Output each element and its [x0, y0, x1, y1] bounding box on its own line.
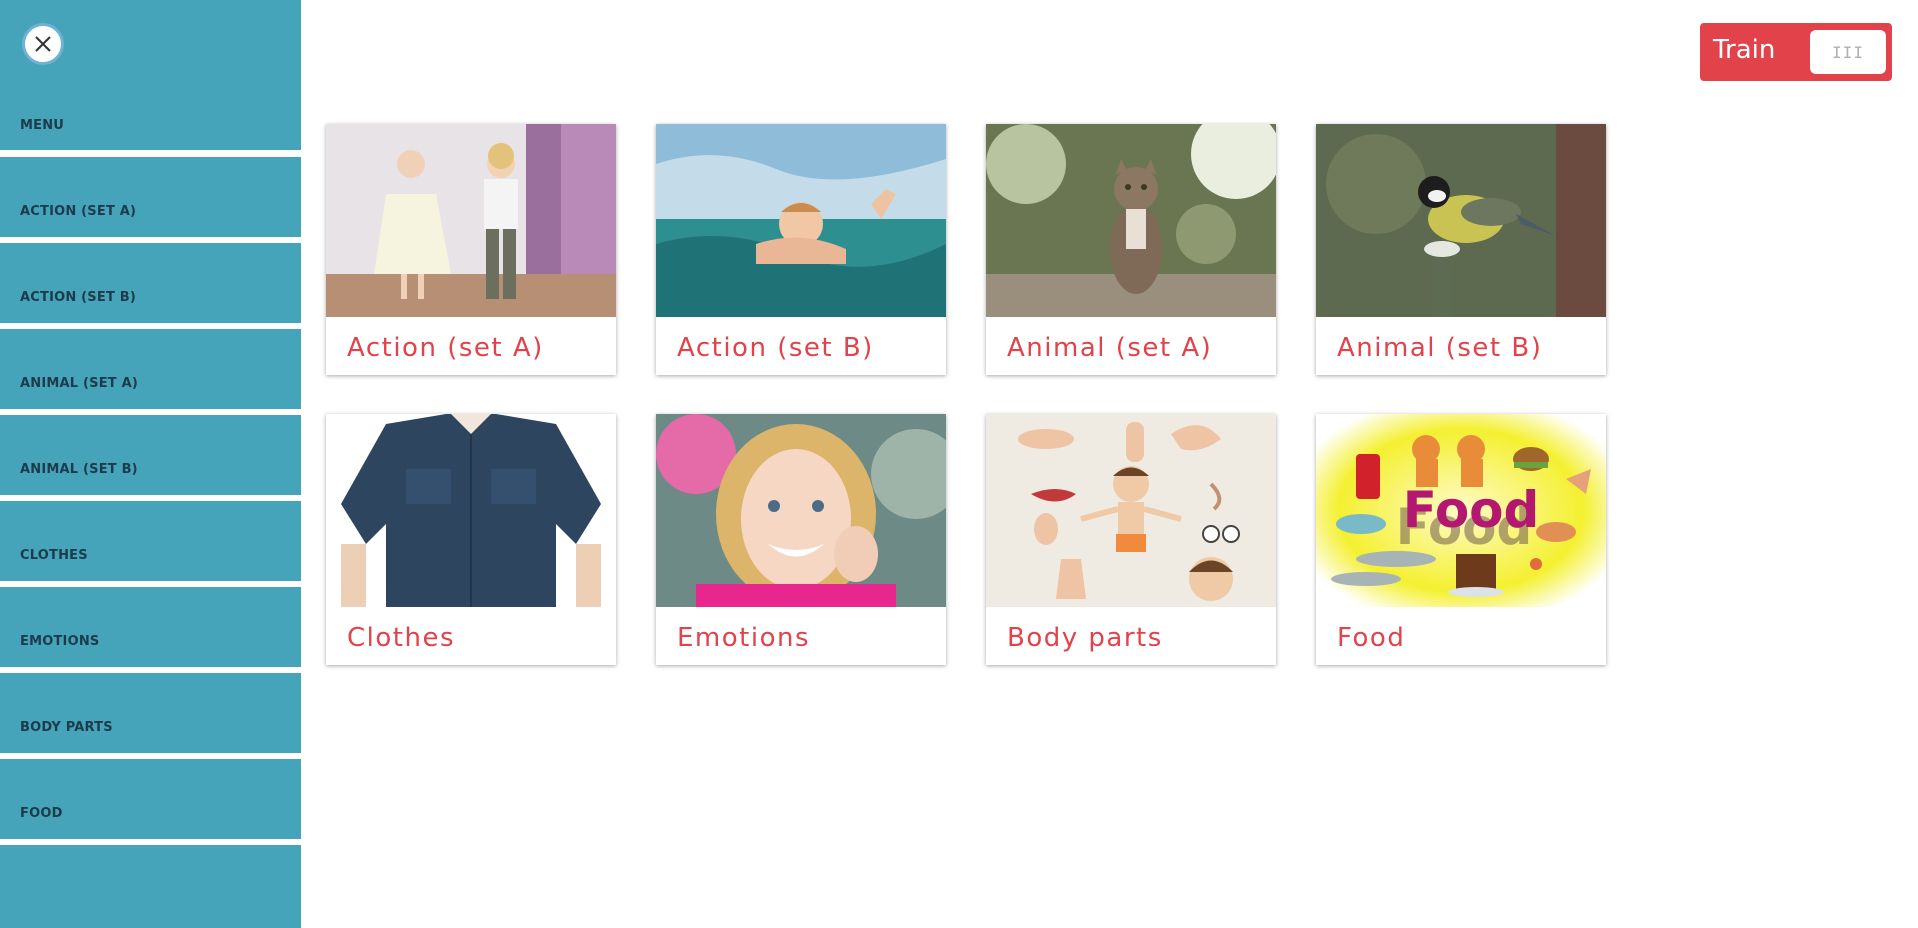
sidebar-item-label: FOOD: [20, 806, 63, 821]
card-label: Animal (set B): [1337, 333, 1543, 363]
sidebar-item-label: CLOTHES: [20, 548, 88, 563]
card-image: [986, 414, 1276, 607]
switch-grip-icon: III: [1832, 42, 1864, 62]
card-image: [656, 414, 946, 607]
card-label: Body parts: [1007, 623, 1163, 653]
category-card-clothes[interactable]: Clothes: [326, 414, 616, 665]
train-toggle[interactable]: Train III: [1700, 23, 1892, 81]
card-label: Animal (set A): [1007, 333, 1213, 363]
category-card-action-set-b[interactable]: Action (set B): [656, 124, 946, 375]
sidebar-item-body-parts[interactable]: BODY PARTS: [0, 673, 301, 753]
train-label: Train: [1713, 35, 1776, 65]
card-label: Action (set A): [347, 333, 544, 363]
close-icon: [35, 36, 51, 52]
card-label: Food: [1337, 623, 1406, 653]
category-card-food[interactable]: Food Food Food: [1316, 414, 1606, 665]
card-image: [1316, 124, 1606, 317]
category-card-emotions[interactable]: Emotions: [656, 414, 946, 665]
card-image: [326, 124, 616, 317]
close-button[interactable]: [22, 23, 64, 65]
sidebar-item-label: ACTION (SET A): [20, 204, 137, 219]
category-card-animal-set-b[interactable]: Animal (set B): [1316, 124, 1606, 375]
sidebar-item-clothes[interactable]: CLOTHES: [0, 501, 301, 581]
category-card-animal-set-a[interactable]: Animal (set A): [986, 124, 1276, 375]
card-image: Food Food: [1316, 414, 1606, 607]
card-label: Action (set B): [677, 333, 874, 363]
sidebar-item-action-set-a[interactable]: ACTION (SET A): [0, 157, 301, 237]
card-image: [986, 124, 1276, 317]
food-image-title: Food: [1403, 481, 1540, 539]
sidebar-item-label: ACTION (SET B): [20, 290, 136, 305]
sidebar: MENU ACTION (SET A) ACTION (SET B) ANIMA…: [0, 0, 301, 928]
sidebar-item-animal-set-a[interactable]: ANIMAL (SET A): [0, 329, 301, 409]
card-image: [326, 414, 616, 607]
sidebar-item-food[interactable]: FOOD: [0, 759, 301, 839]
card-label: Emotions: [677, 623, 811, 653]
sidebar-item-label: EMOTIONS: [20, 634, 100, 649]
sidebar-item-label: BODY PARTS: [20, 720, 113, 735]
sidebar-item-label: ANIMAL (SET B): [20, 462, 138, 477]
sidebar-item-animal-set-b[interactable]: ANIMAL (SET B): [0, 415, 301, 495]
train-switch[interactable]: III: [1810, 30, 1886, 74]
sidebar-item-label: ANIMAL (SET A): [20, 376, 138, 391]
category-card-body-parts[interactable]: Body parts: [986, 414, 1276, 665]
card-image: [656, 124, 946, 317]
sidebar-item-action-set-b[interactable]: ACTION (SET B): [0, 243, 301, 323]
sidebar-item-emotions[interactable]: EMOTIONS: [0, 587, 301, 667]
sidebar-menu-title: MENU: [20, 118, 65, 133]
sidebar-footer: [0, 845, 301, 928]
card-label: Clothes: [347, 623, 455, 653]
category-card-action-set-a[interactable]: Action (set A): [326, 124, 616, 375]
sidebar-header: MENU: [0, 0, 301, 150]
